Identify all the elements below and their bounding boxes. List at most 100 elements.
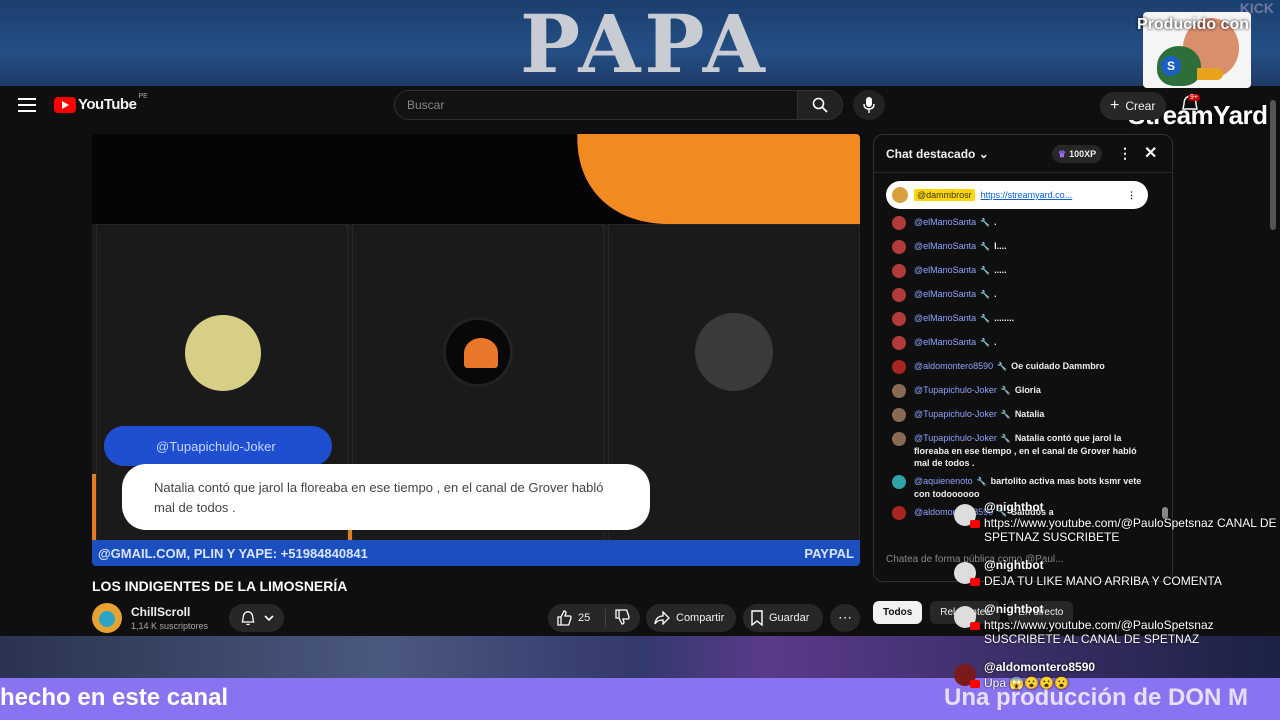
- chat-message[interactable]: @elManoSanta 🔧.: [892, 333, 1154, 357]
- chat-author-avatar: [892, 216, 906, 230]
- chat-message-body: @elManoSanta 🔧.: [914, 216, 997, 229]
- commenter-name-pill: @Tupapichulo-Joker: [104, 426, 332, 466]
- thumbs-down-icon: [615, 608, 630, 625]
- chat-message-body: @Tupapichulo-Joker 🔧 Natalia contó que jar…: [914, 432, 1154, 469]
- hamburger-menu-icon[interactable]: [18, 98, 36, 112]
- participant-avatar-2: [443, 317, 513, 387]
- chat-author-name[interactable]: @Tupapichulo-Joker: [914, 433, 997, 443]
- close-icon[interactable]: ✕: [1144, 143, 1157, 163]
- donation-band-right: PAYPAL: [804, 545, 854, 561]
- chat-tab[interactable]: Todos: [873, 600, 923, 624]
- thumbs-up-icon: [557, 610, 572, 626]
- channel-avatar[interactable]: [92, 603, 122, 633]
- chat-message-text: .....: [994, 265, 1007, 275]
- chat-author-avatar: [892, 506, 906, 520]
- chat-author-name[interactable]: @aldomontero8590: [914, 361, 993, 371]
- pinned-options-icon[interactable]: ⋮: [1127, 190, 1136, 201]
- chat-author-avatar: [892, 432, 906, 446]
- chat-author-avatar: [892, 408, 906, 422]
- voice-search-button[interactable]: [853, 90, 885, 120]
- video-title: LOS INDIGENTES DE LA LIMOSNERÍA: [92, 578, 348, 594]
- xp-label: 100XP: [1069, 149, 1097, 159]
- overlay-comment-text: https://www.youtube.com/@PauloSpetsnaz S…: [984, 618, 1214, 646]
- chat-author-name[interactable]: @Tupapichulo-Joker: [914, 385, 997, 395]
- wrench-icon: 🔧: [980, 290, 991, 299]
- overlay-comment-avatar: [954, 664, 980, 688]
- save-button[interactable]: Guardar: [743, 604, 823, 632]
- chat-message[interactable]: @aquienenoto 🔧 bartolito activa mas bots k…: [892, 472, 1154, 503]
- chat-author-name[interactable]: @elManoSanta: [914, 217, 976, 227]
- chat-author-name[interactable]: @Tupapichulo-Joker: [914, 409, 997, 419]
- search-icon: [812, 97, 828, 113]
- chat-mode-dropdown[interactable]: Chat destacado ⌄: [886, 147, 989, 161]
- chat-message-text: Gloria: [1014, 385, 1041, 395]
- overlay-comment-avatar: [954, 606, 980, 630]
- page-scrollbar[interactable]: [1270, 100, 1276, 230]
- chat-author-name[interactable]: @elManoSanta: [914, 289, 976, 299]
- youtube-logo-text: YouTube: [78, 96, 137, 113]
- save-label: Guardar: [769, 612, 810, 624]
- overlay-comment-author: @nightbot: [984, 602, 1044, 616]
- create-label: Crear: [1125, 99, 1156, 113]
- youtube-logo[interactable]: YouTube PE: [54, 93, 148, 113]
- chat-message-body: @aldomontero8590 🔧 Oe cuidado Dammbro: [914, 360, 1105, 373]
- dislike-button[interactable]: [606, 608, 630, 628]
- chat-author-avatar: [892, 336, 906, 350]
- screen: PAPA KICK S Producido con StreamYard You…: [0, 0, 1280, 720]
- overlay-comment-avatar: [954, 504, 980, 528]
- notifications-badge: 9+: [1188, 94, 1200, 101]
- share-button[interactable]: Compartir: [646, 604, 736, 632]
- comment-bubble: Natalia contó que jarol la floreaba en e…: [122, 464, 650, 530]
- channel-name[interactable]: ChillScroll: [131, 605, 190, 619]
- wrench-icon: 🔧: [1000, 434, 1011, 443]
- more-actions-button[interactable]: ⋯: [830, 604, 860, 632]
- wrench-icon: 🔧: [1000, 410, 1011, 419]
- overlay-comment-text: DEJA TU LIKE MANO ARRIBA Y COMENTA: [984, 574, 1222, 588]
- subscription-bell-button[interactable]: [229, 604, 284, 632]
- chat-author-name[interactable]: @elManoSanta: [914, 265, 976, 275]
- pinned-link[interactable]: https://streamyard.co...: [981, 190, 1073, 200]
- chat-author-avatar: [892, 264, 906, 278]
- chat-message[interactable]: @elManoSanta 🔧.: [892, 285, 1154, 309]
- chat-message-text: Oe cuidado Dammbro: [1011, 361, 1105, 371]
- chat-author-name[interactable]: @aquienenoto: [914, 476, 973, 486]
- overlay-comment-text: Upa 😱😮😮😮: [984, 676, 1070, 690]
- chat-message[interactable]: @Tupapichulo-Joker 🔧 Natalia: [892, 405, 1154, 429]
- pinned-message[interactable]: @dammbrosr https://streamyard.co... ⋮: [886, 181, 1148, 209]
- chat-author-name[interactable]: @elManoSanta: [914, 241, 976, 251]
- search-input[interactable]: [395, 91, 797, 119]
- chat-message[interactable]: @elManoSanta 🔧.: [892, 213, 1154, 237]
- chat-author-avatar: [892, 288, 906, 302]
- participant-avatar-3: [695, 313, 773, 391]
- chat-author-avatar: [892, 384, 906, 398]
- donation-band: @GMAIL.COM, PLIN Y YAPE: +51984840841 PA…: [92, 540, 860, 566]
- overlay-comment-author: @aldomontero8590: [984, 660, 1096, 674]
- wrench-icon: 🔧: [980, 242, 991, 251]
- wrench-icon: 🔧: [980, 218, 991, 227]
- youtube-play-icon: [54, 96, 76, 113]
- like-dislike-group: 25: [548, 604, 640, 632]
- chat-author-name[interactable]: @elManoSanta: [914, 313, 976, 323]
- chat-options-icon[interactable]: ⋮: [1118, 145, 1132, 162]
- chat-message[interactable]: @elManoSanta 🔧 l....: [892, 237, 1154, 261]
- share-icon: [654, 611, 670, 625]
- chat-message-text: .: [994, 217, 997, 227]
- like-button[interactable]: 25: [548, 609, 606, 627]
- chat-message[interactable]: @aldomontero8590 🔧 Oe cuidado Dammbro: [892, 357, 1154, 381]
- chat-header: Chat destacado ⌄ ♛ 100XP ⋮ ✕: [874, 135, 1172, 173]
- participant-avatar-1: [185, 315, 261, 391]
- video-player[interactable]: @Tupapichulo-Joker Natalia contó que jar…: [92, 134, 860, 566]
- search-button[interactable]: [797, 90, 843, 120]
- chat-message[interactable]: @elManoSanta 🔧.....: [892, 261, 1154, 285]
- chat-message-text: Natalia: [1014, 409, 1045, 419]
- xp-badge[interactable]: ♛ 100XP: [1052, 145, 1103, 163]
- country-code: PE: [138, 93, 148, 100]
- microphone-icon: [863, 97, 875, 113]
- wrench-icon: 🔧: [980, 266, 991, 275]
- chat-author-name[interactable]: @elManoSanta: [914, 337, 976, 347]
- chat-message[interactable]: @Tupapichulo-Joker 🔧 Natalia contó que jar…: [892, 429, 1154, 472]
- chat-message[interactable]: @elManoSanta 🔧........: [892, 309, 1154, 333]
- create-button[interactable]: + Crear: [1100, 92, 1166, 120]
- bell-icon: [241, 610, 254, 626]
- chat-message[interactable]: @Tupapichulo-Joker 🔧 Gloria: [892, 381, 1154, 405]
